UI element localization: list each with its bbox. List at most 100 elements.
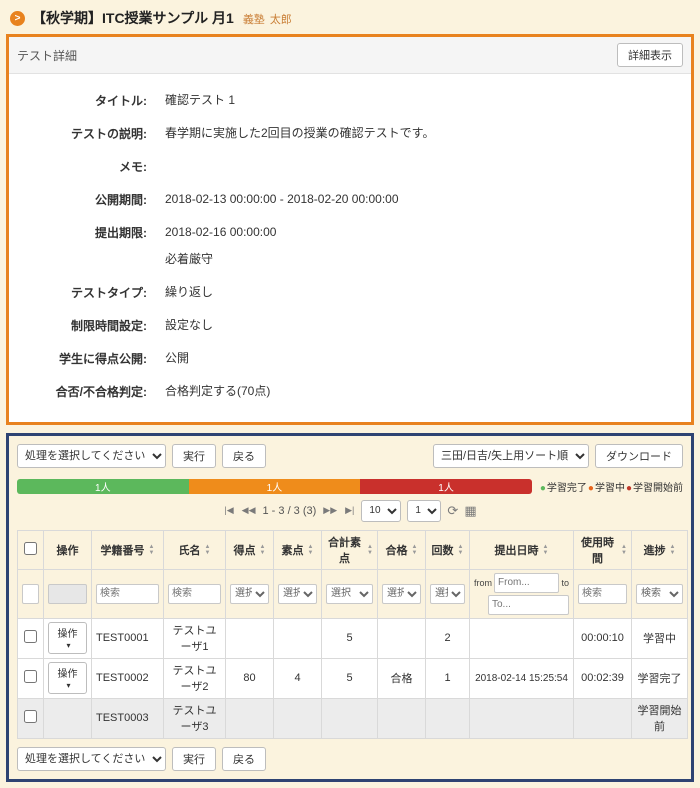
sort-icon[interactable] (458, 544, 464, 556)
col-submitted-at[interactable]: 提出日時 (470, 530, 574, 569)
field-test-type-value: 繰り返し (165, 284, 213, 301)
table-row: 操作 TEST0002 テストユーザ2 80 4 5 合格 1 2018-02-… (18, 658, 688, 698)
filter-duration-cell (574, 569, 632, 618)
filter-student-id-cell (92, 569, 164, 618)
columns-icon[interactable] (464, 504, 476, 517)
cell-duration: 00:02:39 (574, 658, 632, 698)
cell-name: テストユーザ1 (164, 618, 226, 658)
cell-duration (574, 698, 632, 738)
pager-last-icon[interactable] (344, 505, 355, 516)
table-row: 操作 TEST0001 テストユーザ1 5 2 00:00:10 学習中 (18, 618, 688, 658)
filter-score-cell: 選択 (226, 569, 274, 618)
page-number-select[interactable]: 1 (407, 500, 441, 522)
name-filter-input[interactable] (168, 584, 221, 604)
row-action-cell: 操作 (44, 658, 92, 698)
sort-icon[interactable] (149, 544, 155, 556)
sort-order-select[interactable]: 三田/日吉/矢上用ソート順 (433, 444, 589, 468)
filter-row: 選択 選択 選択 選択 選択 from to 検索 (18, 569, 688, 618)
col-pass[interactable]: 合格 (378, 530, 426, 569)
cell-student-id: TEST0003 (92, 698, 164, 738)
sort-icon[interactable] (260, 544, 266, 556)
field-test-type-label: テストタイプ: (21, 284, 147, 301)
row-action-button[interactable]: 操作 (48, 662, 87, 694)
sort-icon[interactable] (412, 544, 418, 556)
pager-range-text: 1 - 3 / 3 (3) (263, 505, 317, 517)
back-button-top[interactable]: 戻る (222, 444, 266, 468)
field-deadline: 提出期限: 2018-02-16 00:00:00 必着厳守 (21, 224, 679, 268)
download-button[interactable]: ダウンロード (595, 444, 683, 468)
page-size-select[interactable]: 10 (361, 500, 401, 522)
filter-checkbox-cell (18, 569, 44, 618)
filter-raw-score-cell: 選択 (274, 569, 322, 618)
execute-button-top[interactable]: 実行 (172, 444, 216, 468)
select-all-checkbox[interactable] (24, 542, 37, 555)
row-action-cell (44, 698, 92, 738)
sort-icon[interactable] (670, 544, 676, 556)
row-action-button[interactable]: 操作 (48, 622, 87, 654)
row-checkbox[interactable] (24, 710, 37, 723)
cell-count: 2 (426, 618, 470, 658)
refresh-icon[interactable] (447, 504, 458, 517)
raw-score-filter-select[interactable]: 選択 (278, 584, 317, 604)
submitted-to-input[interactable] (488, 595, 569, 615)
deadline-note: 必着厳守 (165, 251, 276, 268)
legend-complete: 学習完了 (540, 479, 587, 494)
field-description-value: 春学期に実施した2回目の授業の確認テストです。 (165, 125, 434, 142)
pager-first-icon[interactable] (223, 505, 234, 516)
count-filter-select[interactable]: 選択 (430, 584, 465, 604)
col-duration[interactable]: 使用時間 (574, 530, 632, 569)
filter-action-cell (44, 569, 92, 618)
sort-icon[interactable] (367, 544, 373, 556)
progress-legend: 学習完了 学習中 学習開始前 (540, 479, 683, 494)
submitted-from-input[interactable] (494, 573, 559, 593)
col-student-id[interactable]: 学籍番号 (92, 530, 164, 569)
pager-next-icon[interactable] (322, 505, 338, 516)
col-count[interactable]: 回数 (426, 530, 470, 569)
cell-name: テストユーザ2 (164, 658, 226, 698)
field-title: タイトル: 確認テスト 1 (21, 92, 679, 109)
progress-row: 1人 1人 1人 学習完了 学習中 学習開始前 (17, 479, 683, 494)
cell-raw-score (274, 698, 322, 738)
progress-filter-select[interactable]: 検索 (636, 584, 683, 604)
col-name[interactable]: 氏名 (164, 530, 226, 569)
col-score[interactable]: 得点 (226, 530, 274, 569)
cell-total-raw-score: 5 (322, 658, 378, 698)
col-progress[interactable]: 進捗 (632, 530, 688, 569)
total-raw-filter-select[interactable]: 選択 (326, 584, 373, 604)
sort-icon[interactable] (543, 544, 549, 556)
row-checkbox[interactable] (24, 670, 37, 683)
duration-filter-input[interactable] (578, 584, 627, 604)
field-time-limit-value: 設定なし (165, 317, 213, 334)
pager-prev-icon[interactable] (241, 505, 257, 516)
sort-icon[interactable] (621, 544, 627, 556)
student-id-filter-input[interactable] (96, 584, 159, 604)
col-total-raw-score[interactable]: 合計素点 (322, 530, 378, 569)
field-title-value: 確認テスト 1 (165, 92, 235, 109)
header-link-user-given-name[interactable]: 太郎 (270, 11, 292, 27)
page-title: 【秋学期】ITC授業サンプル 月1 (32, 8, 234, 28)
execute-button-bottom[interactable]: 実行 (172, 747, 216, 771)
cell-student-id: TEST0001 (92, 618, 164, 658)
cell-progress: 学習完了 (632, 658, 688, 698)
header-link-user-family-name[interactable]: 義塾 (243, 11, 265, 27)
table-row: TEST0003 テストユーザ3 学習開始前 (18, 698, 688, 738)
action-select-bottom[interactable]: 処理を選択してください (17, 747, 166, 771)
page-header: 【秋学期】ITC授業サンプル 月1 義塾 太郎 (0, 0, 700, 34)
cell-name: テストユーザ3 (164, 698, 226, 738)
pass-filter-select[interactable]: 選択 (382, 584, 421, 604)
detail-view-button[interactable]: 詳細表示 (617, 43, 683, 67)
back-button-bottom[interactable]: 戻る (222, 747, 266, 771)
cell-total-raw-score: 5 (322, 618, 378, 658)
field-publish-period: 公開期間: 2018-02-13 00:00:00 - 2018-02-20 0… (21, 191, 679, 208)
field-description: テストの説明: 春学期に実施した2回目の授業の確認テストです。 (21, 125, 679, 142)
action-select-top[interactable]: 処理を選択してください (17, 444, 166, 468)
sort-icon[interactable] (205, 544, 211, 556)
sort-icon[interactable] (308, 544, 314, 556)
field-time-limit-label: 制限時間設定: (21, 317, 147, 334)
field-test-type: テストタイプ: 繰り返し (21, 284, 679, 301)
row-checkbox[interactable] (24, 630, 37, 643)
progress-segment-inprogress: 1人 (189, 479, 361, 494)
score-filter-select[interactable]: 選択 (230, 584, 269, 604)
field-score-publish-label: 学生に得点公開: (21, 350, 147, 367)
col-raw-score[interactable]: 素点 (274, 530, 322, 569)
